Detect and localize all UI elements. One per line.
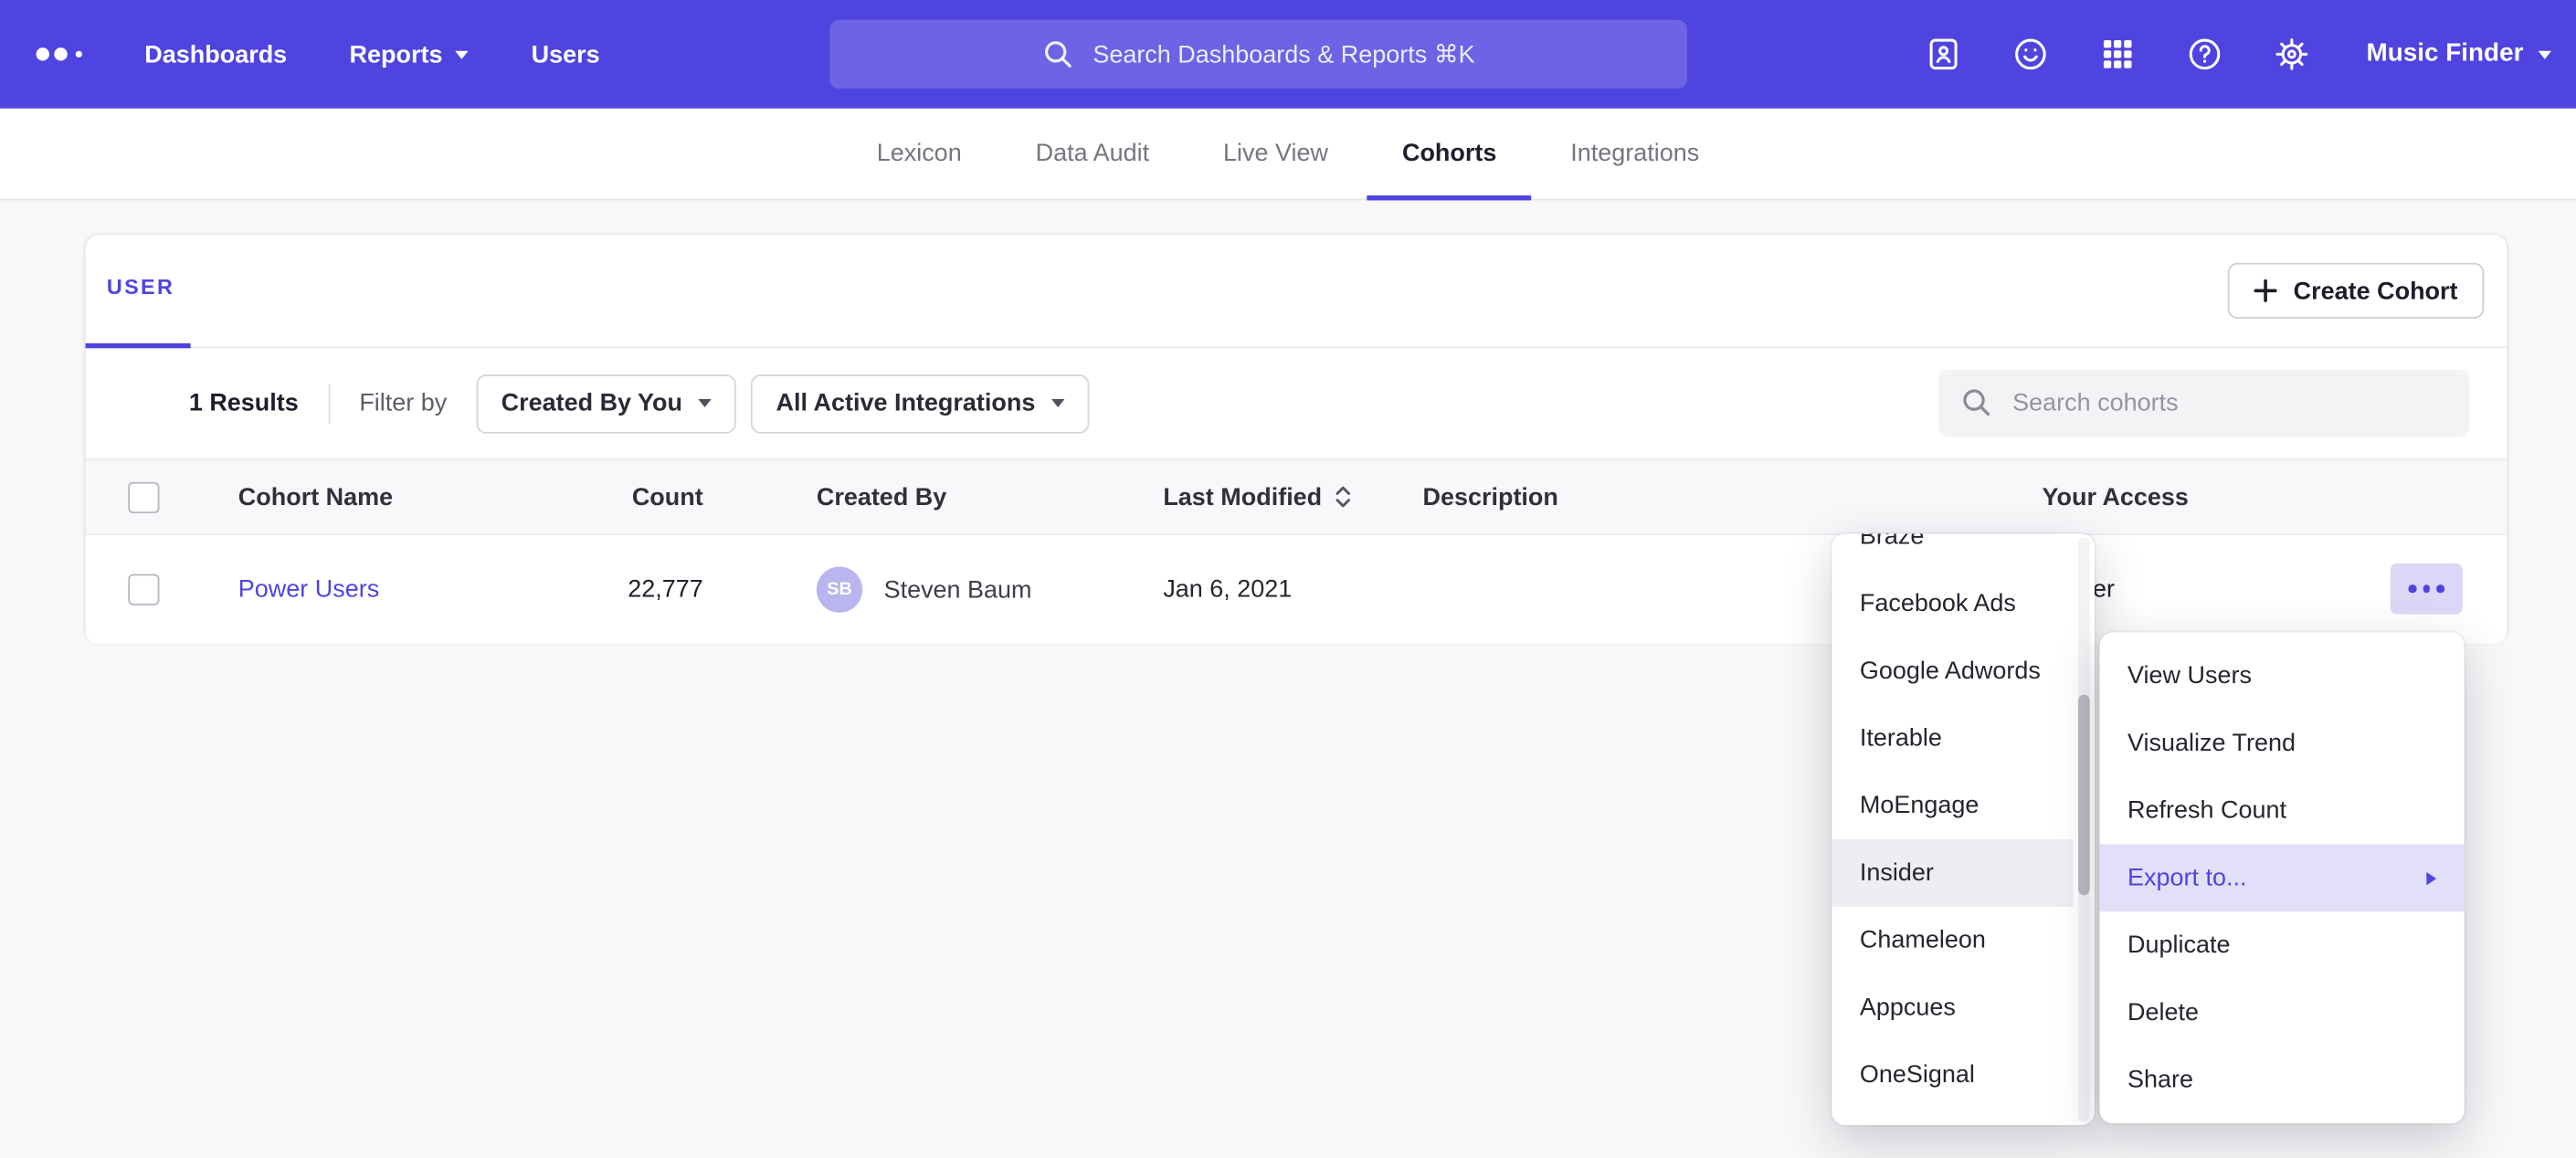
sort-icon bbox=[1334, 484, 1352, 511]
section-tabbar: Lexicon Data Audit Live View Cohorts Int… bbox=[0, 109, 2576, 201]
created-by-filter-value: Created By You bbox=[501, 389, 682, 417]
menu-item-onesignal[interactable]: OneSignal bbox=[1832, 1041, 2073, 1109]
row-actions-button[interactable] bbox=[2391, 563, 2463, 615]
col-header-cohort-name: Cohort Name bbox=[238, 483, 393, 511]
project-name: Music Finder bbox=[2366, 39, 2523, 68]
cohort-search-container bbox=[1938, 370, 2469, 437]
menu-item-refresh-count[interactable]: Refresh Count bbox=[2099, 777, 2464, 845]
tab-label: Integrations bbox=[1570, 140, 1699, 168]
last-modified-date: Jan 6, 2021 bbox=[1163, 575, 1292, 604]
avatar: SB bbox=[817, 566, 862, 612]
tab-data-audit[interactable]: Data Audit bbox=[1036, 109, 1149, 199]
last-modified-label: Last Modified bbox=[1163, 483, 1322, 511]
create-cohort-label: Create Cohort bbox=[2294, 277, 2458, 305]
nav-users[interactable]: Users bbox=[532, 40, 600, 68]
cohort-search-input[interactable] bbox=[1938, 370, 2469, 437]
help-icon[interactable] bbox=[2186, 35, 2225, 74]
cohorts-card: USER Create Cohort 1 Results Filter by C… bbox=[86, 235, 2507, 640]
tab-label: Live View bbox=[1223, 140, 1328, 168]
integrations-filter-dropdown[interactable]: All Active Integrations bbox=[752, 374, 1090, 433]
select-all-checkbox[interactable] bbox=[128, 481, 159, 512]
row-checkbox[interactable] bbox=[128, 574, 159, 605]
apps-grid-icon[interactable] bbox=[2098, 35, 2138, 74]
settings-gear-icon[interactable] bbox=[2273, 35, 2312, 74]
menu-item-delete[interactable]: Delete bbox=[2099, 979, 2464, 1047]
filter-by-label: Filter by bbox=[359, 389, 447, 417]
menu-item-iterable[interactable]: Iterable bbox=[1832, 705, 2073, 773]
tab-label: Data Audit bbox=[1036, 140, 1149, 168]
project-selector[interactable]: Music Finder bbox=[2366, 39, 2551, 68]
row-actions-menu: View Users Visualize Trend Refresh Count… bbox=[2099, 632, 2464, 1123]
tab-lexicon[interactable]: Lexicon bbox=[877, 109, 962, 199]
tab-live-view[interactable]: Live View bbox=[1223, 109, 1328, 199]
search-icon bbox=[1042, 37, 1075, 70]
nav-dashboards-label: Dashboards bbox=[144, 40, 287, 68]
chevron-down-icon bbox=[456, 50, 469, 58]
tab-user-cohorts[interactable]: USER bbox=[107, 274, 174, 299]
col-header-description: Description bbox=[1422, 483, 1557, 511]
submenu-arrow-icon bbox=[2426, 871, 2436, 884]
menu-scrollbar-thumb[interactable] bbox=[2078, 695, 2090, 895]
export-destinations-menu: Braze Facebook Ads Google Adwords Iterab… bbox=[1832, 534, 2095, 1125]
global-search-input[interactable]: Search Dashboards & Reports ⌘K bbox=[829, 20, 1687, 89]
table-row: Power Users 22,777 SB Steven Baum Jan 6,… bbox=[86, 535, 2507, 644]
cohorts-card-header: USER Create Cohort bbox=[86, 235, 2507, 348]
menu-item-insider[interactable]: Insider bbox=[1832, 839, 2073, 907]
chevron-down-icon bbox=[2539, 50, 2551, 58]
navbar-right: Music Finder bbox=[1925, 0, 2551, 109]
results-count: 1 Results bbox=[189, 389, 299, 417]
top-navbar: Dashboards Reports Users Search Dashboar… bbox=[0, 0, 2576, 109]
tab-label: Lexicon bbox=[877, 140, 962, 168]
creator-name: Steven Baum bbox=[884, 575, 1032, 604]
nav-dashboards[interactable]: Dashboards bbox=[144, 40, 287, 68]
app-viewport: Dashboards Reports Users Search Dashboar… bbox=[0, 0, 2576, 1158]
create-cohort-button[interactable]: Create Cohort bbox=[2228, 263, 2485, 319]
col-header-your-access: Your Access bbox=[2042, 483, 2188, 511]
navbar-left: Dashboards Reports Users bbox=[37, 0, 600, 109]
chevron-down-icon bbox=[699, 399, 712, 407]
menu-item-appcues[interactable]: Appcues bbox=[1832, 974, 2073, 1041]
filter-row: 1 Results Filter by Created By You All A… bbox=[86, 348, 2507, 458]
menu-item-share[interactable]: Share bbox=[2099, 1047, 2464, 1114]
nav-reports[interactable]: Reports bbox=[350, 40, 470, 68]
feedback-smiley-icon[interactable] bbox=[2011, 35, 2051, 74]
created-by-cell: SB Steven Baum bbox=[817, 566, 1032, 612]
chevron-down-icon bbox=[1051, 399, 1064, 407]
nav-users-label: Users bbox=[532, 40, 600, 68]
cohort-name-link[interactable]: Power Users bbox=[238, 575, 379, 604]
menu-item-braze[interactable]: Braze bbox=[1832, 534, 2073, 571]
menu-item-export-to[interactable]: Export to... bbox=[2099, 844, 2464, 911]
col-header-last-modified[interactable]: Last Modified bbox=[1163, 483, 1351, 511]
col-header-created-by: Created By bbox=[817, 483, 946, 511]
table-header-row: Cohort Name Count Created By Last Modifi… bbox=[86, 458, 2507, 536]
tab-label: Cohorts bbox=[1402, 140, 1496, 168]
tab-cohorts[interactable]: Cohorts bbox=[1402, 109, 1496, 199]
menu-item-visualize-trend[interactable]: Visualize Trend bbox=[2099, 710, 2464, 777]
global-search-placeholder: Search Dashboards & Reports ⌘K bbox=[1093, 39, 1474, 68]
menu-item-moengage[interactable]: MoEngage bbox=[1832, 772, 2073, 839]
mixpanel-logo-icon[interactable] bbox=[37, 47, 82, 60]
plus-icon bbox=[2254, 279, 2276, 302]
divider bbox=[328, 384, 330, 423]
menu-item-chameleon[interactable]: Chameleon bbox=[1832, 907, 2073, 974]
tab-integrations[interactable]: Integrations bbox=[1570, 109, 1699, 199]
nav-reports-label: Reports bbox=[350, 40, 443, 68]
menu-item-duplicate[interactable]: Duplicate bbox=[2099, 911, 2464, 979]
ellipsis-icon bbox=[2409, 585, 2416, 593]
contact-book-icon[interactable] bbox=[1925, 35, 1964, 74]
integrations-filter-value: All Active Integrations bbox=[776, 389, 1036, 417]
cohort-count: 22,777 bbox=[529, 575, 703, 604]
created-by-filter-dropdown[interactable]: Created By You bbox=[477, 374, 737, 433]
menu-item-google-adwords[interactable]: Google Adwords bbox=[1832, 637, 2073, 705]
col-header-count: Count bbox=[529, 483, 703, 511]
menu-item-facebook-ads[interactable]: Facebook Ads bbox=[1832, 570, 2073, 637]
menu-item-view-users[interactable]: View Users bbox=[2099, 642, 2464, 710]
